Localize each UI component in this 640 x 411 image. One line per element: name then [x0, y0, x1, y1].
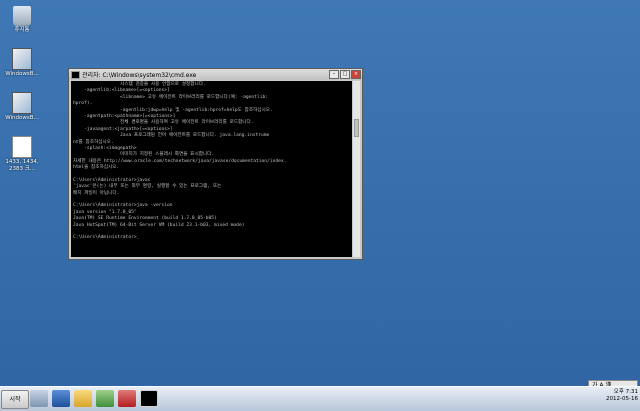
close-button[interactable]: ×: [351, 70, 361, 79]
start-label: 시작: [9, 396, 21, 403]
text-file-label: 1433, 1434, 2383 크...: [5, 159, 39, 172]
maximize-button[interactable]: □: [340, 70, 350, 79]
explorer-folder-icon[interactable]: [74, 390, 92, 407]
windows-shortcut-1[interactable]: WindowsB...: [2, 48, 42, 78]
console-icon: [71, 70, 80, 79]
windows-shortcut-1-label: WindowsB...: [5, 71, 39, 77]
server-manager-icon[interactable]: [30, 390, 48, 407]
console-output[interactable]: 시스템 검증을 사용 안함으로 설정합니다. -agentlib:<libnam…: [71, 81, 352, 257]
powershell-icon[interactable]: [52, 390, 70, 407]
clock-date: 2012-05-16: [606, 396, 638, 402]
windows-logo-icon: [12, 48, 32, 70]
app-icon[interactable]: [96, 390, 114, 407]
windows-shortcut-2[interactable]: WindowsB...: [2, 92, 42, 122]
cmd-window-title: 관리자: C:\Windows\system32\cmd.exe: [82, 72, 197, 79]
system-clock[interactable]: 오후 7:31 2012-05-16: [606, 389, 638, 403]
vertical-scrollbar[interactable]: [353, 81, 360, 257]
clock-time: 오후 7:31: [613, 389, 638, 395]
text-document-icon: [12, 136, 32, 158]
recycle-bin-shortcut[interactable]: 휴지통: [2, 6, 42, 34]
cmd-window[interactable]: 관리자: C:\Windows\system32\cmd.exe – □ × 시…: [68, 68, 363, 260]
minimize-button[interactable]: –: [329, 70, 339, 79]
toolbox-icon[interactable]: [118, 390, 136, 407]
start-button[interactable]: 시작: [1, 390, 29, 409]
windows-logo-icon: [12, 92, 32, 114]
cmd-taskbar-icon[interactable]: [140, 390, 158, 407]
text-file-shortcut[interactable]: 1433, 1434, 2383 크...: [2, 136, 42, 172]
cmd-title-bar[interactable]: 관리자: C:\Windows\system32\cmd.exe – □ ×: [69, 69, 362, 80]
recycle-bin-label: 휴지통: [14, 27, 30, 33]
scrollbar-thumb[interactable]: [354, 119, 359, 137]
recycle-bin-icon: [13, 6, 31, 26]
console-line: C:\Users\Administrator>_: [73, 235, 140, 241]
windows-shortcut-2-label: WindowsB...: [5, 115, 39, 121]
taskbar: 시작 오후 7:31 2012-05-16: [0, 386, 640, 411]
